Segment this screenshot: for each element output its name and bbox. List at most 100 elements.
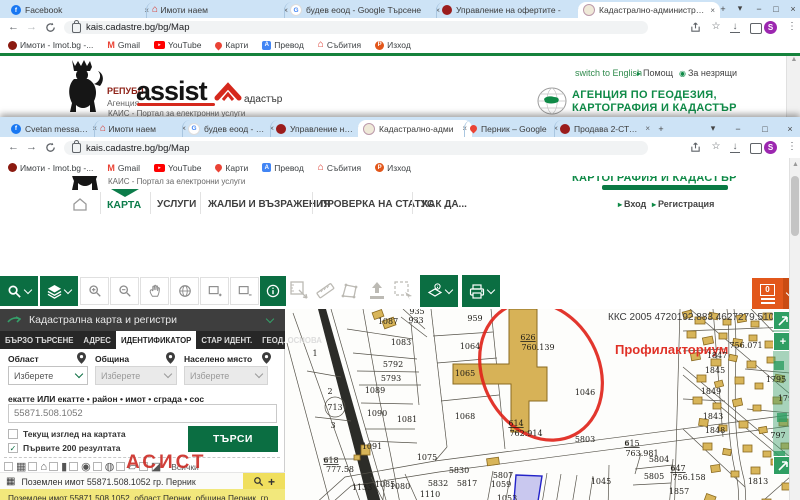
new-tab-button[interactable]: + bbox=[652, 121, 670, 136]
tab-star-ident[interactable]: СТАР ИДЕНТ. bbox=[196, 331, 257, 349]
bookmark-sabitiya[interactable]: ⌂Събития bbox=[318, 40, 361, 50]
measure-area-icon[interactable] bbox=[289, 280, 311, 302]
tab-facebook[interactable]: f Facebook × bbox=[6, 2, 154, 18]
tab-close-icon[interactable]: × bbox=[645, 124, 650, 133]
checkbox-icon[interactable] bbox=[28, 462, 37, 471]
scrollbar-window2[interactable]: ▲ bbox=[789, 158, 800, 500]
share-icon[interactable] bbox=[690, 22, 701, 33]
nav-karta[interactable]: КАРТА bbox=[107, 199, 141, 211]
zoom-box-out-button[interactable] bbox=[230, 277, 259, 305]
scrollbar-window1[interactable]: ▲ bbox=[786, 56, 800, 117]
tab-prodava[interactable]: Продава 2-СТАЕН × bbox=[554, 120, 655, 137]
tab-pernik-maps[interactable]: Перник – Google × bbox=[464, 120, 563, 137]
map-search-button[interactable] bbox=[0, 276, 38, 306]
minimize-button[interactable]: − bbox=[729, 121, 747, 136]
checkbox-icon[interactable] bbox=[69, 462, 78, 471]
bookmark-izhod[interactable]: PИзход bbox=[375, 163, 411, 173]
tab-barzo-tarsene[interactable]: БЪРЗО ТЪРСЕНЕ bbox=[0, 331, 78, 349]
identify-button[interactable] bbox=[260, 276, 286, 306]
refresh-icon[interactable] bbox=[45, 22, 56, 33]
checkbox-icon[interactable] bbox=[93, 462, 102, 471]
current-view-checkbox[interactable]: Текущ изглед на картата bbox=[8, 429, 126, 439]
maximize-button[interactable]: □ bbox=[767, 1, 785, 16]
bookmark-youtube[interactable]: ▸YouTube bbox=[154, 40, 201, 50]
checkbox-icon[interactable] bbox=[116, 462, 125, 471]
checkbox-icon[interactable] bbox=[49, 462, 58, 471]
bookmark-translate[interactable]: AПревод bbox=[262, 163, 303, 173]
bookmark-maps[interactable]: Карти bbox=[215, 163, 248, 173]
minimize-button[interactable]: − bbox=[750, 1, 768, 16]
menu-dots-icon[interactable]: ⋮ bbox=[784, 141, 800, 152]
sidebar-icon[interactable] bbox=[750, 23, 762, 34]
bookmark-sabitiya[interactable]: ⌂Събития bbox=[318, 163, 361, 173]
measure-polygon-icon[interactable] bbox=[339, 280, 361, 302]
forward-icon[interactable]: → bbox=[26, 141, 37, 153]
back-icon[interactable]: ← bbox=[8, 141, 19, 153]
obshtina-select[interactable]: Изберете bbox=[95, 366, 177, 385]
pan-button[interactable] bbox=[140, 277, 169, 305]
tab-geod-osnova[interactable]: ГЕОД. ОСНОВА bbox=[257, 331, 327, 349]
tab-menu-icon[interactable]: ▾ bbox=[731, 1, 749, 16]
bookmark-imoti[interactable]: Имоти - Imot.bg -... bbox=[8, 163, 93, 173]
measure-distance-icon[interactable] bbox=[314, 280, 336, 302]
tab-imoti-naem[interactable]: ⌂ Имоти наем × bbox=[146, 2, 293, 18]
search-button[interactable]: ТЪРСИ bbox=[188, 426, 278, 452]
bookmark-maps[interactable]: Карти bbox=[215, 40, 248, 50]
map-canvas[interactable]: ККС 2005 4720192.883 4627279.510Профилак… bbox=[285, 309, 800, 500]
accessibility-link[interactable]: ◉За незрящи bbox=[679, 68, 737, 78]
download-icon[interactable]: ↓ bbox=[730, 141, 740, 153]
layer-select-header[interactable]: Кадастрална карта и регистри bbox=[0, 309, 285, 331]
tab-upravlenie[interactable]: Управление на офертите - × bbox=[436, 2, 587, 18]
scroll-up-icon[interactable]: ▲ bbox=[787, 56, 800, 63]
bookmark-youtube[interactable]: ▸YouTube bbox=[154, 163, 201, 173]
export-icon[interactable] bbox=[366, 280, 388, 302]
home-icon[interactable] bbox=[72, 197, 88, 212]
close-button[interactable]: × bbox=[784, 1, 800, 16]
register-link[interactable]: ▸Регистрация bbox=[652, 199, 714, 209]
tab-identifikator[interactable]: ИДЕНТИФИКАТОР bbox=[116, 331, 196, 349]
share-icon[interactable] bbox=[690, 142, 701, 153]
tab-kadastralno-active[interactable]: Кадастрално-административни × bbox=[578, 2, 720, 18]
layers-button[interactable] bbox=[40, 276, 78, 306]
tab-google-search[interactable]: G будев еоод - Google Търсене × bbox=[284, 2, 445, 18]
zoom-box-in-button[interactable] bbox=[200, 277, 229, 305]
add-to-cart-icon[interactable]: + bbox=[268, 475, 275, 489]
nav-uslugi[interactable]: УСЛУГИ bbox=[157, 199, 196, 210]
bookmark-izhod[interactable]: PИзход bbox=[375, 40, 411, 50]
bookmark-gmail[interactable]: MGmail bbox=[107, 163, 140, 173]
switch-english-link[interactable]: switch to English bbox=[575, 68, 642, 78]
result-header[interactable]: ▦ Поземлен имот 55871.508.1052 гр. Перни… bbox=[0, 472, 285, 490]
bookmark-translate[interactable]: AПревод bbox=[262, 40, 303, 50]
naseleno-select[interactable]: Изберете bbox=[184, 366, 268, 385]
layers-info-button[interactable] bbox=[420, 275, 458, 307]
bookmark-imoti[interactable]: Имоти - Imot.bg -... bbox=[8, 40, 93, 50]
house-filter-icon[interactable]: ⌂ bbox=[40, 461, 47, 473]
bookmark-star-icon[interactable]: ☆ bbox=[708, 21, 724, 32]
sidebar-icon[interactable] bbox=[750, 143, 762, 154]
login-link[interactable]: ▸Вход bbox=[618, 199, 646, 209]
zoom-to-icon[interactable] bbox=[253, 476, 264, 487]
refresh-icon[interactable] bbox=[45, 142, 56, 153]
back-icon[interactable]: ← bbox=[8, 21, 19, 33]
cart-button[interactable]: 0 bbox=[752, 278, 783, 309]
close-button[interactable]: × bbox=[781, 121, 799, 136]
full-extent-button[interactable] bbox=[170, 277, 199, 305]
bookmark-gmail[interactable]: MGmail bbox=[107, 40, 140, 50]
first-200-checkbox[interactable]: ✓Първите 200 резултата bbox=[8, 443, 120, 453]
checkbox-icon[interactable] bbox=[8, 429, 18, 439]
checkbox-checked-icon[interactable]: ✓ bbox=[8, 443, 18, 453]
nav-proverka[interactable]: ПРОВЕРКА НА СТАТУС bbox=[320, 199, 434, 210]
identifier-input[interactable] bbox=[8, 404, 277, 423]
bookmark-star-icon[interactable]: ☆ bbox=[708, 141, 724, 152]
tab-imoti-naem-2[interactable]: ⌂ Имоти наем × bbox=[94, 120, 191, 137]
download-icon[interactable]: ↓ bbox=[730, 21, 740, 33]
tab-menu-icon[interactable]: ▾ bbox=[704, 121, 722, 136]
menu-dots-icon[interactable]: ⋮ bbox=[784, 21, 800, 32]
zoom-out-button[interactable] bbox=[110, 277, 139, 305]
oblast-select[interactable]: Изберете bbox=[8, 366, 88, 385]
tab-adres[interactable]: АДРЕС bbox=[78, 331, 116, 349]
forward-icon[interactable]: → bbox=[26, 21, 37, 33]
scroll-up-icon[interactable]: ▲ bbox=[790, 161, 800, 168]
profile-avatar[interactable]: S bbox=[764, 21, 777, 34]
tab-cvetan[interactable]: f Cvetan messaged y... × bbox=[6, 120, 102, 137]
